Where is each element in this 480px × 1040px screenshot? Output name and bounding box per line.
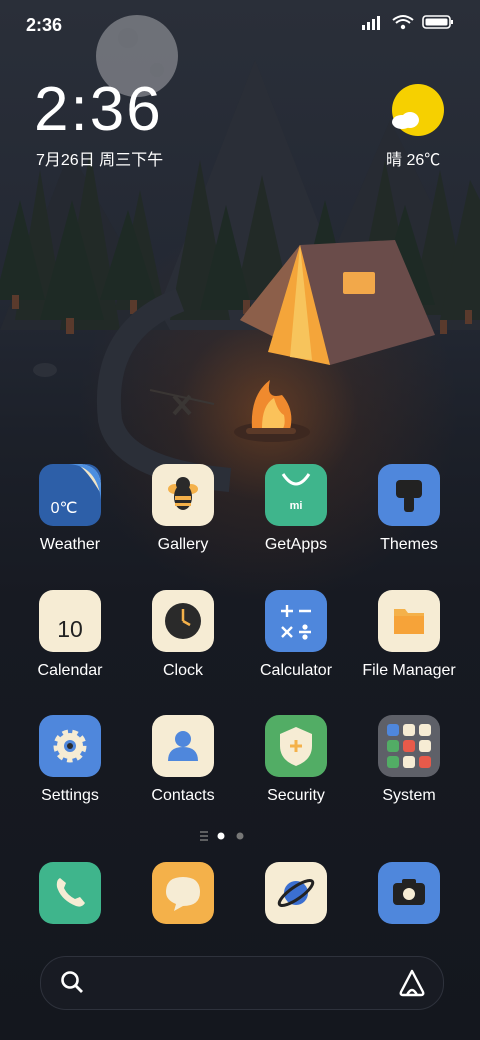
shield-icon (265, 715, 327, 777)
app-gallery[interactable]: Gallery (127, 464, 239, 574)
calendar-day: 10 (57, 616, 83, 642)
gallery-icon (152, 464, 214, 526)
app-label: Security (267, 787, 325, 804)
status-time: 2:36 (26, 15, 63, 35)
themes-icon (378, 464, 440, 526)
app-themes[interactable]: Themes (353, 464, 465, 574)
app-label: Clock (162, 662, 203, 679)
menu-lines-icon (200, 831, 208, 841)
getapps-icon: mi (265, 464, 327, 526)
weather-icon-temp: 0℃ (50, 500, 78, 517)
clock-icon (152, 590, 214, 652)
app-getapps[interactable]: mi GetApps (240, 464, 352, 574)
search-input[interactable] (95, 967, 379, 999)
camera-icon (378, 862, 440, 924)
clock-widget-time[interactable]: 2:36 (34, 78, 163, 142)
weather-icon: 0℃ (39, 464, 101, 526)
search-bar[interactable] (40, 956, 444, 1010)
app-label: Calendar (37, 662, 103, 679)
app-system-folder[interactable]: System (353, 715, 465, 825)
page-dot-active (217, 832, 225, 840)
browser-icon (265, 862, 327, 924)
app-weather[interactable]: 0℃ Weather (14, 464, 126, 574)
message-icon (152, 862, 214, 924)
app-clock[interactable]: Clock (127, 590, 239, 700)
gear-icon (39, 715, 101, 777)
sun-icon[interactable] (392, 84, 444, 136)
battery-icon (422, 15, 453, 29)
dock-browser[interactable] (240, 862, 352, 932)
assistant-icon[interactable] (397, 968, 427, 998)
app-label: File Manager (362, 662, 456, 679)
calculator-icon (265, 590, 327, 652)
weather-summary[interactable]: 晴 26℃ (386, 146, 440, 170)
app-settings[interactable]: Settings (14, 715, 126, 825)
search-icon (61, 971, 83, 993)
app-security[interactable]: Security (240, 715, 352, 825)
cloud-icon (392, 112, 419, 129)
phone-icon (39, 862, 101, 924)
app-label: Themes (380, 536, 438, 553)
status-bar: 2:36 (0, 0, 480, 50)
contact-icon (152, 715, 214, 777)
page-indicator[interactable] (0, 829, 480, 843)
app-label: Weather (39, 536, 101, 553)
dock-phone[interactable] (14, 862, 126, 932)
folder-grid-icon (378, 715, 440, 777)
app-label: Settings (41, 787, 99, 804)
dock-messages[interactable] (127, 862, 239, 932)
folder-icon (378, 590, 440, 652)
clock-widget-date[interactable]: 7月26日 周三下午 (36, 146, 163, 170)
app-label: Calculator (259, 662, 333, 679)
page-dot (236, 832, 244, 840)
wifi-icon (392, 15, 414, 30)
app-label: Gallery (157, 536, 209, 553)
home-screen: 2:36 2:36 7月26日 周三下午 晴 26℃ 0℃ Weather Ga… (0, 0, 480, 1040)
app-calculator[interactable]: Calculator (240, 590, 352, 700)
app-label: Contacts (151, 787, 215, 804)
app-label: GetApps (264, 536, 328, 553)
getapps-mi-logo: mi (289, 500, 303, 512)
app-file-manager[interactable]: File Manager (353, 590, 465, 700)
app-contacts[interactable]: Contacts (127, 715, 239, 825)
dock-camera[interactable] (353, 862, 465, 932)
signal-icon (362, 16, 380, 30)
calendar-icon: 10 (39, 590, 101, 652)
app-label: System (382, 787, 436, 804)
app-calendar[interactable]: 10 Calendar (14, 590, 126, 700)
